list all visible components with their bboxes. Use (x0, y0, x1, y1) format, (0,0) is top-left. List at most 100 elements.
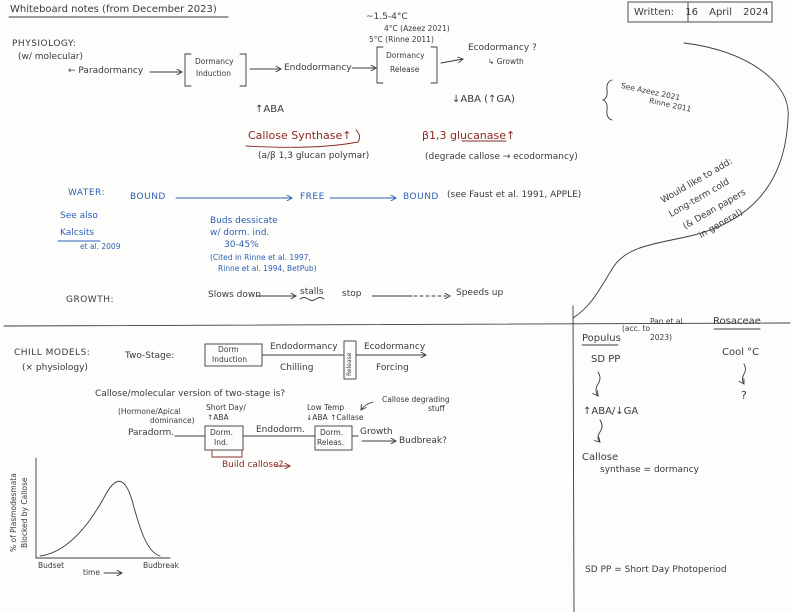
water-free: FREE (300, 192, 325, 202)
rosaceae-title: Rosaceae (713, 316, 761, 327)
populus-arrow-2 (598, 419, 603, 442)
water-kalcsits: Kalcsits (60, 228, 95, 238)
buds-line-4: (Cited in Rinne et al. 1997, (210, 253, 311, 262)
paradormancy-label: ← Paradormancy (68, 66, 144, 76)
water-bound-1: BOUND (130, 192, 166, 202)
temp-rinne: 5°C (Rinne 2011) (369, 35, 434, 44)
populus-ref-3: 2023) (650, 333, 673, 342)
mol-dorm-ind-1: Dorm. (210, 428, 234, 437)
sketch-x-start: Budset (38, 561, 65, 570)
populus-callose-1: Callose (582, 452, 619, 463)
stalls-scribble (299, 297, 325, 301)
aba-down: ↓ABA (↑GA) (452, 94, 515, 105)
mol-hormone-2: dominance) (150, 416, 195, 425)
induction-label-2: Induction (196, 69, 231, 78)
mol-low-temp-2: ↓ABA ↑Callase (306, 413, 364, 422)
mol-dorm-rel-1: Dorm. (320, 428, 344, 437)
build-callose-bracket (211, 450, 243, 458)
two-stage-chilling: Chilling (280, 363, 314, 373)
sketch-callose-curve (39, 480, 161, 557)
chill-label: CHILL MODELS: (14, 348, 91, 358)
buds-line-1: Buds dessicate (210, 216, 278, 226)
chill-sub: (× physiology) (22, 363, 88, 373)
refs-brace (601, 79, 613, 121)
physiology-sub: (w/ molecular) (18, 52, 83, 62)
mol-low-temp-1: Low Temp (307, 403, 345, 412)
callose-note: (a/β 1,3 glucan polymar) (258, 151, 370, 161)
two-stage-induction-1: Dorm (218, 345, 239, 354)
temp-azeez: 4°C (Azeez 2021) (384, 24, 450, 33)
buds-line-2: w/ dorm. ind. (210, 228, 270, 238)
ecodormancy-label: Ecodormancy ? (468, 43, 537, 53)
populus-ref-2: Pan et al. (650, 317, 685, 326)
arrow-release-ecodormancy (440, 59, 463, 64)
sketch-x-end: Budbreak (143, 561, 179, 570)
sketch-x-label: time (83, 568, 100, 577)
populus-ref-1: (acc. to (622, 324, 651, 333)
two-stage-ecodormancy: Ecodormancy (364, 342, 426, 352)
rosaceae-arrow (743, 363, 746, 384)
section-divider-vertical (572, 305, 575, 612)
water-label: WATER: (68, 188, 106, 198)
footnote: SD PP = Short Day Photoperiod (585, 565, 727, 575)
release-bracket-left (376, 46, 384, 84)
sketch-ylabel-1: % of Plasmodesmata (9, 473, 18, 552)
two-stage-forcing: Forcing (376, 363, 409, 373)
callose-synthase: Callose Synthase↑ (248, 129, 352, 142)
induction-bracket-left (184, 53, 192, 87)
temp-range: ~1.5-4°C (366, 12, 408, 22)
growth-row-label: GROWTH: (66, 295, 115, 305)
two-stage-endodormancy: Endodormancy (270, 342, 338, 352)
buds-line-5: Rinne et al. 1994, BetPub) (218, 264, 317, 273)
rosaceae-unknown: ? (741, 389, 747, 402)
degrading-arrow (361, 401, 374, 410)
populus-arrow-1 (596, 371, 601, 396)
growth-label: ↳ Growth (488, 57, 524, 66)
mol-hormone-1: (Hormone/Apical (118, 407, 181, 416)
growth-stop: stop (342, 289, 362, 299)
mol-degrading-2: stuff (428, 404, 445, 413)
buds-line-3: 30-45% (224, 240, 259, 250)
aba-up: ↑ABA (255, 104, 284, 115)
release-bracket-right (430, 46, 438, 84)
glucanase: β1,3 glucanase↑ (422, 129, 516, 142)
growth-speeds: Speeds up (456, 288, 504, 298)
two-stage-induction-2: Induction (212, 355, 247, 364)
two-stage-label: Two-Stage: (125, 351, 175, 361)
sketch-axes (35, 457, 171, 559)
populus-sd: SD PP (591, 354, 621, 365)
molecular-question: Callose/molecular version of two-stage i… (95, 389, 286, 399)
mol-paradorm: Paradorm. (128, 428, 175, 438)
mol-short-day-1: Short Day/ (206, 403, 246, 412)
mol-budbreak: Budbreak? (399, 436, 447, 446)
populus-hormones: ↑ABA/↓GA (583, 406, 639, 417)
mol-dorm-rel-2: Releas. (317, 438, 345, 447)
populus-callose-2: synthase = dormancy (600, 465, 699, 475)
mol-degrading-1: Callose degrading (382, 395, 450, 404)
water-bound-2: BOUND (403, 192, 439, 202)
induction-bracket-right (239, 53, 247, 87)
rosaceae-cool: Cool °C (722, 347, 760, 358)
water-see-also: See also (60, 211, 98, 221)
growth-stalls: stalls (300, 287, 324, 297)
endodormancy-label: Endodormancy (284, 63, 352, 73)
populus-title: Populus (582, 333, 621, 344)
water-faust-ref: (see Faust et al. 1991, APPLE) (447, 190, 582, 200)
release-label-1: Dormancy (386, 51, 425, 60)
mol-growth: Growth (360, 427, 393, 437)
page-title: Whiteboard notes (from December 2023) (10, 4, 217, 15)
growth-slows: Slows down (208, 290, 261, 300)
mol-short-day-2: ↑ABA (207, 413, 229, 422)
mol-dorm-ind-2: Ind. (214, 438, 229, 447)
physiology-label: PHYSIOLOGY: (12, 39, 77, 49)
water-kalcsits-year: et al. 2009 (80, 242, 121, 251)
induction-label-1: Dormancy (195, 57, 234, 66)
glucanase-note: (degrade callose → ecodormancy) (425, 152, 578, 162)
sketch-ylabel-2: Blocked by Callose (20, 477, 29, 548)
release-label-2: Release (390, 65, 420, 74)
two-stage-release: Release (346, 352, 353, 376)
written-date: Written: 16 April 2024 (634, 7, 769, 18)
mol-endodorm: Endodorm. (256, 425, 305, 435)
wishlist-divider-curve (572, 42, 789, 319)
mol-build-callose: Build callose? (222, 460, 284, 470)
